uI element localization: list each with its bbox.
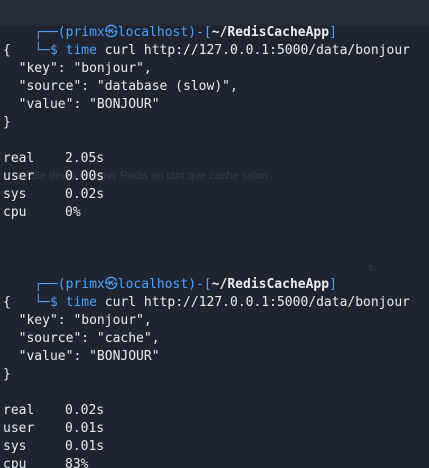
stat-value: 0.02s — [65, 403, 105, 418]
prompt-line-1: ┌──(primx㉿localhost)-[~/RedisCacheApp] — [3, 6, 429, 40]
stat-row-sys: sys 0.02s — [3, 186, 429, 204]
background-overlay-text-tail: s. — [368, 262, 377, 274]
json-source-line: "source": "database (slow)", — [3, 79, 238, 94]
prompt-user-host: primx㉿localhost — [65, 25, 189, 40]
stat-value: 0.01s — [65, 439, 105, 454]
json-value-line: "value": "BONJOUR" — [3, 349, 160, 364]
stat-value: 83% — [65, 457, 89, 468]
background-overlay-text: s. Elle devra intégrer Redis en tant que… — [16, 170, 268, 182]
command-time: time — [65, 295, 97, 310]
stat-label: cpu — [3, 457, 27, 468]
terminal-output[interactable]: ┌──(primx㉿localhost)-[~/RedisCacheApp] └… — [3, 6, 429, 468]
command-url: http://127.0.0.1:5000/data/bonjour — [143, 43, 411, 58]
prompt-path: ~/RedisCacheApp — [211, 277, 330, 292]
json-close: } — [3, 367, 11, 382]
prompt-cursor-symbol: └─$ — [34, 43, 66, 58]
prompt-line-2: ┌──(primx㉿localhost)-[~/RedisCacheApp] — [3, 258, 429, 292]
prompt-frame-mid: )-[ — [188, 277, 212, 292]
stat-label: real — [3, 151, 35, 166]
prompt-user-host: primx㉿localhost — [65, 277, 189, 292]
stat-label: real — [3, 403, 35, 418]
prompt-frame-end: ] — [329, 25, 337, 40]
json-key-line: "key": "bonjour", — [3, 313, 152, 328]
stat-row-cpu: cpu 83% — [3, 456, 429, 468]
prompt-cursor-symbol: └─$ — [34, 295, 66, 310]
json-key-line: "key": "bonjour", — [3, 61, 152, 76]
prompt-frame-end: ] — [329, 277, 337, 292]
prompt-frame-top: ┌──( — [34, 277, 66, 292]
command-curl: curl — [104, 295, 137, 310]
stat-value: 2.05s — [65, 151, 105, 166]
stat-value: 0% — [65, 205, 81, 220]
command-url: http://127.0.0.1:5000/data/bonjour — [143, 295, 411, 310]
stat-value: 0.02s — [65, 187, 105, 202]
command-time: time — [65, 43, 97, 58]
stat-value: 0.01s — [65, 421, 105, 436]
stat-label: sys — [3, 439, 27, 454]
json-value-line: "value": "BONJOUR" — [3, 97, 160, 112]
command-curl: curl — [104, 43, 137, 58]
stat-row-cpu: cpu 0% — [3, 204, 429, 222]
stat-label: cpu — [3, 205, 27, 220]
stat-row-sys: sys 0.01s — [3, 438, 429, 456]
stat-label: user — [3, 421, 35, 436]
stat-row-user: user 0.01s — [3, 420, 429, 438]
stat-row-real: real 2.05s — [3, 150, 429, 168]
json-close: } — [3, 115, 11, 130]
stat-row-real: real 0.02s — [3, 402, 429, 420]
stat-label: sys — [3, 187, 27, 202]
json-source-line: "source": "cache", — [3, 331, 160, 346]
prompt-frame-top: ┌──( — [34, 25, 66, 40]
prompt-frame-mid: )-[ — [188, 25, 212, 40]
prompt-path: ~/RedisCacheApp — [211, 25, 330, 40]
